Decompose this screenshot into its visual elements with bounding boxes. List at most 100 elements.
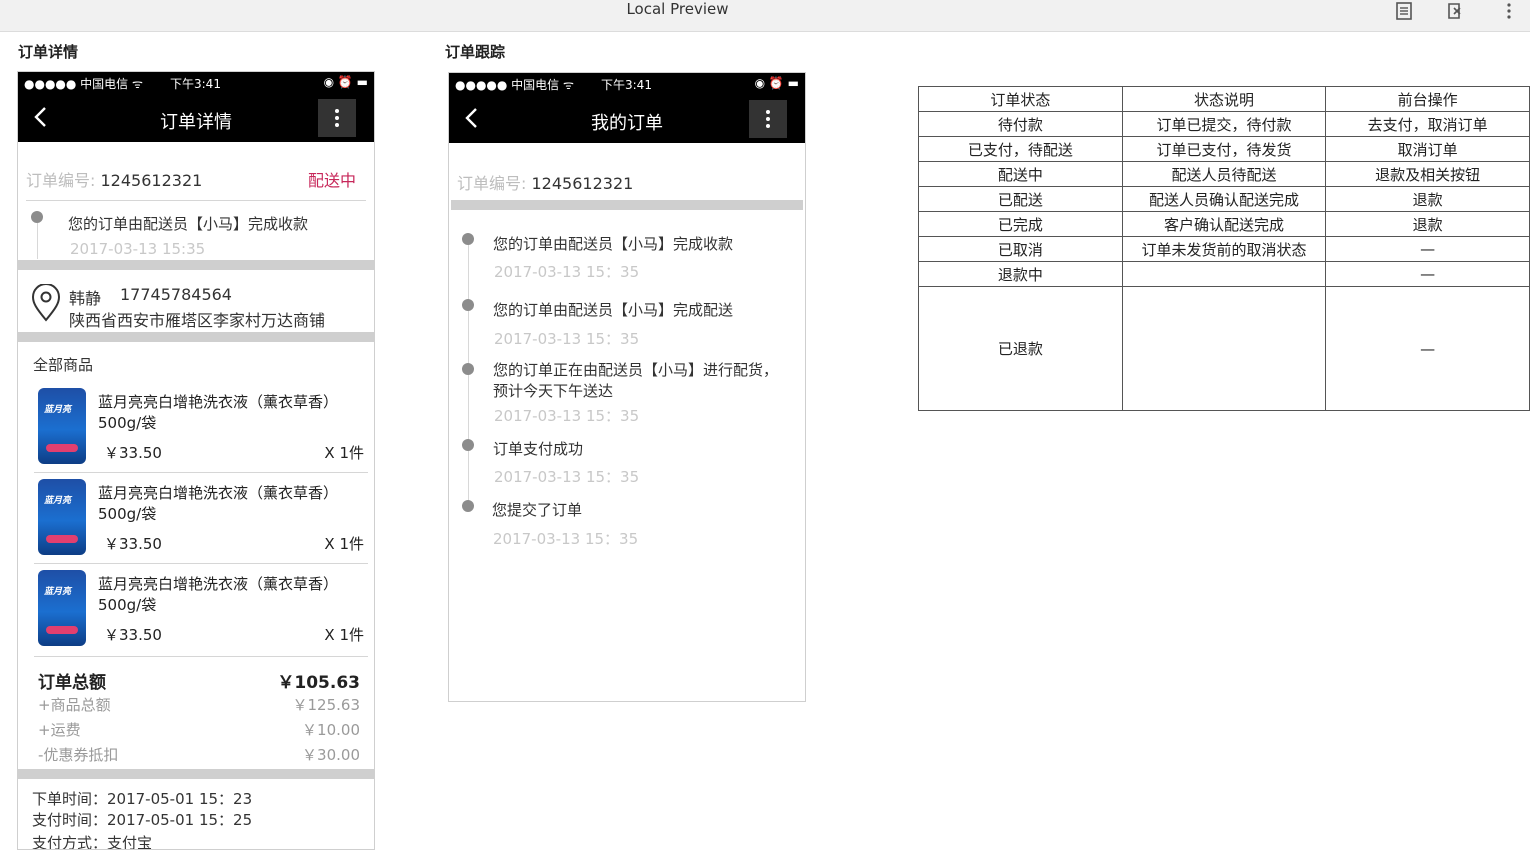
- timeline-dot: [462, 500, 474, 512]
- recipient-name: 韩静: [69, 289, 102, 308]
- goods-total-row: +商品总额 ￥125.63: [38, 694, 360, 715]
- table-cell: 已退款: [918, 286, 1123, 411]
- order-status: 配送中: [307, 171, 356, 190]
- table-cell: 已完成: [918, 211, 1123, 237]
- table-row: 已取消 订单未发货前的取消状态 —: [918, 236, 1530, 262]
- goods-header: 全部商品: [33, 356, 94, 374]
- section-separator: [18, 332, 374, 342]
- divider: [26, 200, 366, 201]
- status-bar: ●●●●● 中国电信 ᯤ 下午3:41 ◉ ⏰ ▬: [449, 73, 805, 95]
- reader-icon[interactable]: [1395, 2, 1413, 20]
- status-bar: ●●●●● 中国电信 ᯤ 下午3:41 ◉ ⏰ ▬: [18, 72, 374, 94]
- order-number-row: 订单编号: 1245612321 配送中: [26, 167, 366, 191]
- order-total-label: 订单总额: [38, 673, 106, 693]
- order-time: 下单时间：2017-05-01 15：23: [32, 790, 253, 808]
- timeline-dot: [462, 299, 474, 311]
- table-cell: 配送人员待配送: [1121, 161, 1327, 187]
- tracking-event-time: 2017-03-13 15：35: [494, 330, 640, 348]
- menu-button[interactable]: [749, 100, 787, 138]
- table-row: 已完成 客户确认配送完成 退款: [918, 211, 1530, 237]
- product-item[interactable]: 蓝月亮 蓝月亮亮白增艳洗衣液（薰衣草香）500g/袋 ￥33.50 X 1件: [34, 475, 368, 561]
- order-tracking-heading: 订单跟踪: [445, 43, 506, 61]
- tracking-event-time: 2017-03-13 15：35: [494, 407, 640, 425]
- latest-event-time: 2017-03-13 15:35: [70, 240, 206, 258]
- goods-total-label: +商品总额: [38, 696, 111, 714]
- product-quantity: X 1件: [324, 444, 364, 462]
- clock: 下午3:41: [601, 78, 652, 92]
- product-name: 蓝月亮亮白增艳洗衣液（薰衣草香）500g/袋: [98, 575, 339, 614]
- product-price: ￥33.50: [104, 444, 162, 462]
- table-cell: 退款及相关按钮: [1325, 161, 1530, 187]
- more-options-icon[interactable]: [1500, 2, 1518, 20]
- product-price: ￥33.50: [104, 535, 162, 553]
- timeline-dot: [31, 211, 43, 223]
- product-name: 蓝月亮亮白增艳洗衣液（薰衣草香）500g/袋: [98, 393, 339, 432]
- tracking-event-time: 2017-03-13 15：35: [494, 468, 640, 486]
- order-total-row: 订单总额 ￥105.63: [38, 668, 360, 693]
- shipping-label: +运费: [38, 721, 81, 739]
- table-cell: 客户确认配送完成: [1121, 211, 1327, 237]
- table-row: 已支付，待配送 订单已支付，待发货 取消订单: [918, 136, 1530, 162]
- product-item[interactable]: 蓝月亮 蓝月亮亮白增艳洗衣液（薰衣草香）500g/袋 ￥33.50 X 1件: [34, 384, 368, 470]
- table-cell: 取消订单: [1325, 136, 1530, 162]
- menu-button[interactable]: [318, 99, 356, 137]
- section-separator: [18, 260, 374, 270]
- divider: [34, 656, 368, 657]
- recipient-phone: 17745784564: [120, 285, 232, 304]
- order-number-row: 订单编号: 1245612321: [457, 170, 797, 194]
- status-icons: ◉ ⏰ ▬: [754, 76, 799, 90]
- section-separator: [18, 769, 374, 779]
- tracking-event-text: 您的订单正在由配送员【小马】进行配货，预计今天下午送达: [493, 361, 779, 400]
- nav-bar: 订单详情: [18, 94, 374, 142]
- table-row: 配送中 配送人员待配送 退款及相关按钮: [918, 161, 1530, 187]
- section-separator: [451, 200, 803, 210]
- order-number: 1245612321: [100, 171, 203, 190]
- table-cell: —: [1325, 286, 1530, 411]
- order-status-table: 订单状态 状态说明 前台操作 待付款 订单已提交，待付款 去支付，取消订单 已支…: [918, 86, 1530, 411]
- product-quantity: X 1件: [324, 626, 364, 644]
- product-image: 蓝月亮: [38, 570, 86, 646]
- table-cell: [1121, 261, 1327, 287]
- carrier-label: ●●●●● 中国电信 ᯤ: [455, 78, 574, 92]
- product-price: ￥33.50: [104, 626, 162, 644]
- divider: [34, 563, 368, 564]
- product-image: 蓝月亮: [38, 479, 86, 555]
- order-tracking-phone: ●●●●● 中国电信 ᯤ 下午3:41 ◉ ⏰ ▬ 我的订单 订单编号: 124…: [448, 72, 806, 702]
- order-detail-phone: ●●●●● 中国电信 ᯤ 下午3:41 ◉ ⏰ ▬ 订单详情 订单编号: 124…: [17, 71, 375, 850]
- tracking-event-text: 您提交了订单: [492, 501, 583, 519]
- table-cell: —: [1325, 236, 1530, 262]
- table-cell: —: [1325, 261, 1530, 287]
- order-number: 1245612321: [531, 174, 634, 193]
- coupon-row: -优惠券抵扣 ￥30.00: [38, 744, 360, 765]
- table-cell: 退款: [1325, 211, 1530, 237]
- table-cell: 去支付，取消订单: [1325, 111, 1530, 137]
- latest-event-text: 您的订单由配送员【小马】完成收款: [68, 215, 309, 233]
- timeline-dot: [462, 233, 474, 245]
- order-detail-heading: 订单详情: [18, 43, 79, 61]
- divider: [34, 472, 368, 473]
- preview-toolbar: Local Preview: [0, 0, 1530, 32]
- timeline-dot: [462, 439, 474, 451]
- location-pin-icon: [31, 284, 61, 322]
- table-cell: 待付款: [918, 111, 1123, 137]
- nav-bar: 我的订单: [449, 95, 805, 143]
- clock: 下午3:41: [170, 77, 221, 91]
- table-cell: 退款: [1325, 186, 1530, 212]
- product-quantity: X 1件: [324, 535, 364, 553]
- table-cell: 配送中: [918, 161, 1123, 187]
- table-row: 已配送 配送人员确认配送完成 退款: [918, 186, 1530, 212]
- shipping-value: ￥10.00: [302, 721, 360, 739]
- export-icon[interactable]: [1446, 2, 1464, 20]
- tracking-event-text: 订单支付成功: [493, 440, 584, 458]
- product-item[interactable]: 蓝月亮 蓝月亮亮白增艳洗衣液（薰衣草香）500g/袋 ￥33.50 X 1件: [34, 566, 368, 652]
- goods-total-value: ￥125.63: [292, 696, 361, 714]
- order-total-value: ￥105.63: [277, 673, 360, 693]
- table-cell: 配送人员确认配送完成: [1121, 186, 1327, 212]
- coupon-label: -优惠券抵扣: [38, 746, 119, 764]
- tracking-event-text: 您的订单由配送员【小马】完成配送: [493, 301, 734, 319]
- tracking-event-time: 2017-03-13 15：35: [494, 263, 640, 281]
- table-row: 已退款 —: [918, 286, 1530, 411]
- product-name: 蓝月亮亮白增艳洗衣液（薰衣草香）500g/袋: [98, 484, 339, 523]
- table-header-row: 订单状态 状态说明 前台操作: [918, 86, 1530, 112]
- carrier-label: ●●●●● 中国电信 ᯤ: [24, 77, 143, 91]
